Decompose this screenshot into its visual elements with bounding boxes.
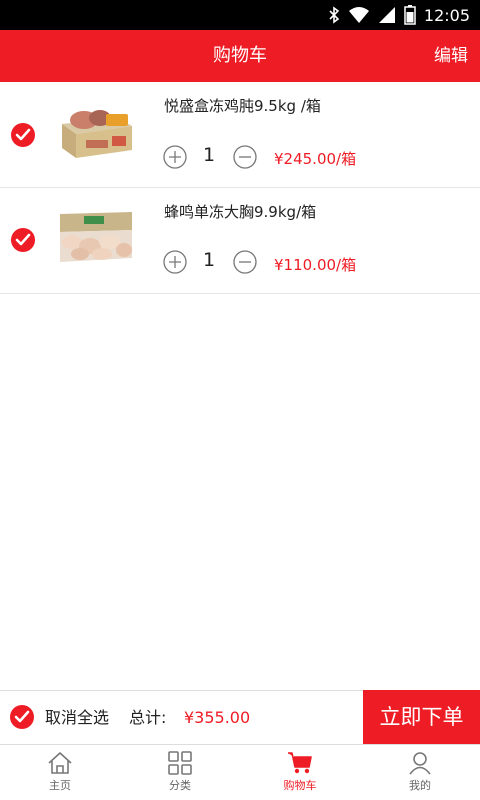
checkmark-icon [15, 128, 31, 141]
status-time: 12:05 [423, 5, 470, 25]
item-price: ¥245.00/箱 [274, 150, 357, 168]
item-checkbox[interactable] [11, 123, 35, 147]
deselect-all-label[interactable]: 取消全选 [45, 691, 109, 745]
minus-button[interactable] [233, 250, 257, 274]
select-all-checkbox[interactable] [10, 705, 34, 729]
plus-button[interactable] [163, 145, 187, 169]
checkout-bar: 取消全选 总计: ¥355.00 立即下单 [0, 690, 480, 745]
plus-button[interactable] [163, 250, 187, 274]
home-icon [48, 752, 72, 774]
battery-icon [404, 5, 416, 25]
item-name: 悦盛盒冻鸡肫9.5kg /箱 [164, 97, 321, 115]
tab-profile[interactable]: 我的 [360, 745, 480, 800]
tab-label: 分类 [169, 779, 191, 792]
signal-icon [378, 6, 396, 24]
checkmark-icon [15, 233, 31, 246]
checkmark-icon [14, 710, 30, 723]
tab-cart[interactable]: 购物车 [240, 745, 360, 800]
total-value: ¥355.00 [184, 708, 251, 727]
product-image [60, 212, 132, 262]
bottom-tab-bar: 主页 分类 购物车 我的 [0, 744, 480, 800]
quantity-value: 1 [202, 144, 216, 166]
wifi-icon [348, 6, 370, 24]
user-icon [409, 752, 431, 775]
item-name: 蜂鸣单冻大胸9.9kg/箱 [164, 203, 317, 221]
tab-label: 我的 [409, 779, 431, 792]
cart-icon [288, 752, 312, 774]
item-checkbox[interactable] [11, 228, 35, 252]
tab-label: 购物车 [283, 779, 317, 792]
bluetooth-icon [328, 6, 340, 24]
app-header: 购物车 编辑 [0, 30, 480, 82]
status-bar: 12:05 [0, 0, 480, 30]
cart-item: 蜂鸣单冻大胸9.9kg/箱 1 ¥110.00/箱 [0, 188, 480, 294]
cart-item: 悦盛盒冻鸡肫9.5kg /箱 1 ¥245.00/箱 [0, 82, 480, 188]
cart-list: 悦盛盒冻鸡肫9.5kg /箱 1 ¥245.00/箱 蜂鸣单冻大胸9.9kg/箱 [0, 82, 480, 294]
product-image [62, 110, 132, 158]
page-title: 购物车 [213, 45, 267, 66]
edit-button[interactable]: 编辑 [434, 30, 468, 82]
quantity-value: 1 [202, 249, 216, 271]
tab-category[interactable]: 分类 [120, 745, 240, 800]
place-order-button[interactable]: 立即下单 [363, 690, 480, 745]
tab-home[interactable]: 主页 [0, 745, 120, 800]
item-price: ¥110.00/箱 [274, 256, 357, 274]
total-label: 总计: [129, 708, 167, 727]
category-grid-icon [168, 751, 192, 775]
minus-button[interactable] [233, 145, 257, 169]
tab-label: 主页 [49, 779, 71, 792]
